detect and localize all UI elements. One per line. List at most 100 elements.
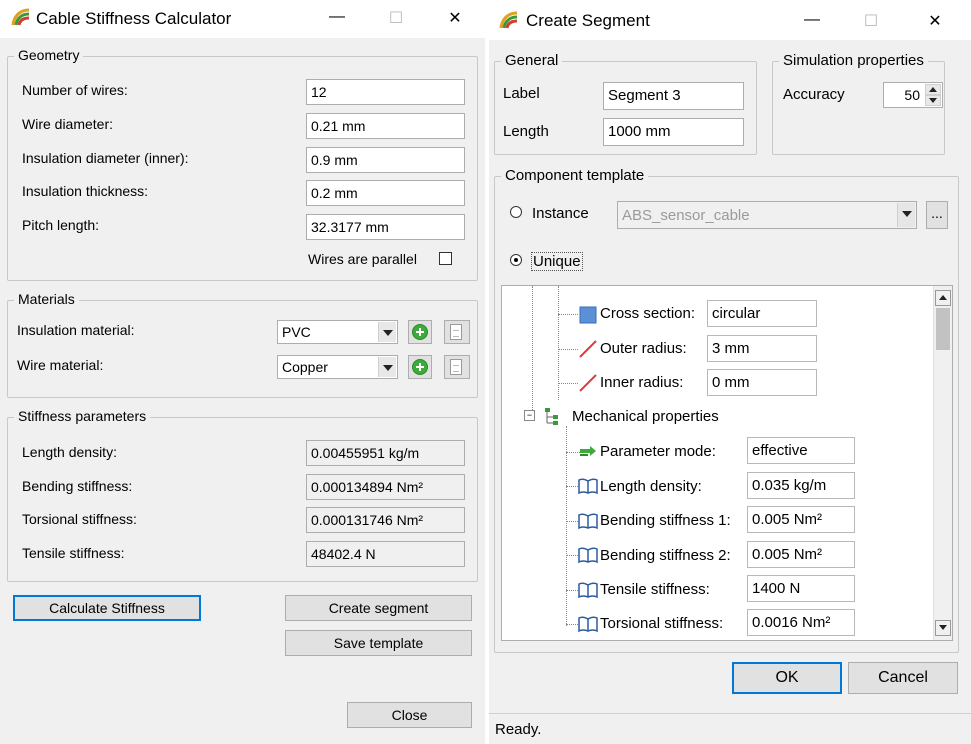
component-template-legend: Component template	[501, 167, 649, 184]
cross-section-field[interactable]: circular	[707, 300, 817, 327]
tree-scrollbar[interactable]	[933, 286, 952, 640]
spin-down-icon[interactable]	[925, 95, 941, 106]
browse-template-button[interactable]: ...	[926, 201, 948, 229]
cancel-button[interactable]: Cancel	[848, 662, 958, 694]
spin-up-icon[interactable]	[925, 84, 941, 95]
radius-line-icon	[578, 339, 598, 359]
inner-radius-field[interactable]: 0 mm	[707, 369, 817, 396]
segment-label-field[interactable]: Segment 3	[603, 82, 744, 110]
calculate-stiffness-button[interactable]: Calculate Stiffness	[13, 595, 201, 621]
tensile-stiffness-tree-label: Tensile stiffness:	[600, 581, 710, 598]
instance-label[interactable]: Instance	[532, 205, 589, 222]
insulation-diameter-field[interactable]: 0.9 mm	[306, 147, 465, 173]
torsional-stiffness-tree-field[interactable]: 0.0016 Nm²	[747, 609, 855, 636]
bending-stiffness-field: 0.000134894 Nm²	[306, 474, 465, 500]
bending-stiffness-1-field[interactable]: 0.005 Nm²	[747, 506, 855, 533]
insulation-material-document-button[interactable]	[444, 320, 470, 344]
close-icon[interactable]: ✕	[920, 11, 950, 31]
bending-stiffness-2-field[interactable]: 0.005 Nm²	[747, 541, 855, 568]
length-density-field: 0.00455951 kg/m	[306, 440, 465, 466]
length-density-label: Length density:	[22, 444, 117, 460]
calc-titlebar[interactable]: Cable Stiffness Calculator — ☐ ✕	[0, 0, 486, 38]
tensile-stiffness-tree-field[interactable]: 1400 N	[747, 575, 855, 602]
length-density-tree-label: Length density:	[600, 478, 702, 495]
bending-stiffness-1-label: Bending stiffness 1:	[600, 512, 731, 529]
insulation-thickness-label: Insulation thickness:	[22, 183, 149, 199]
instance-template-select: ABS_sensor_cable	[617, 201, 917, 229]
segment-label-label: Label	[503, 85, 540, 102]
wire-diameter-field[interactable]: 0.21 mm	[306, 113, 465, 139]
num-wires-field[interactable]: 12	[306, 79, 465, 105]
parameter-mode-label: Parameter mode:	[600, 443, 716, 460]
wire-material-document-button[interactable]	[444, 355, 470, 379]
chevron-down-icon[interactable]	[378, 322, 396, 342]
unique-label[interactable]: Unique	[531, 252, 583, 271]
minimize-icon[interactable]: —	[797, 11, 827, 29]
tree-line	[558, 383, 578, 384]
parameter-mode-field[interactable]: effective	[747, 437, 855, 464]
tree-node-icon	[542, 406, 562, 426]
mechanical-properties-label[interactable]: Mechanical properties	[572, 408, 719, 425]
wire-diameter-label: Wire diameter:	[22, 116, 114, 132]
simulation-legend: Simulation properties	[779, 52, 928, 69]
maximize-icon[interactable]: ☐	[381, 8, 411, 28]
book-icon	[578, 511, 598, 531]
wire-material-select[interactable]: Copper	[277, 355, 398, 379]
length-density-tree-field[interactable]: 0.035 kg/m	[747, 472, 855, 499]
add-wire-material-button[interactable]	[408, 355, 432, 379]
insulation-material-label: Insulation material:	[17, 322, 135, 338]
create-segment-button[interactable]: Create segment	[285, 595, 472, 621]
tree-line	[566, 426, 567, 626]
segment-length-field[interactable]: 1000 mm	[603, 118, 744, 146]
tree-line	[558, 314, 578, 315]
add-material-icon	[412, 324, 428, 340]
book-icon	[578, 580, 598, 600]
insulation-material-select[interactable]: PVC	[277, 320, 398, 344]
scroll-thumb[interactable]	[936, 308, 950, 350]
radius-line-icon	[578, 373, 598, 393]
add-material-icon	[412, 359, 428, 375]
torsional-stiffness-label: Torsional stiffness:	[22, 511, 137, 527]
scroll-up-icon[interactable]	[935, 290, 951, 306]
insulation-thickness-field[interactable]: 0.2 mm	[306, 180, 465, 206]
maximize-icon[interactable]: ☐	[856, 11, 886, 31]
mode-arrows-icon	[578, 442, 598, 462]
cross-section-icon	[578, 305, 598, 325]
tensile-stiffness-label: Tensile stiffness:	[22, 545, 125, 561]
chevron-down-icon[interactable]	[378, 357, 396, 377]
document-icon	[450, 359, 462, 375]
document-icon	[450, 324, 462, 340]
instance-radio[interactable]	[510, 206, 522, 218]
outer-radius-label: Outer radius:	[600, 340, 687, 357]
simulation-properties-group: Simulation properties	[772, 52, 945, 155]
calc-window-title: Cable Stiffness Calculator	[36, 9, 232, 28]
add-insulation-material-button[interactable]	[408, 320, 432, 344]
num-wires-label: Number of wires:	[22, 82, 128, 98]
segment-length-label: Length	[503, 123, 549, 140]
segment-titlebar[interactable]: Create Segment — ☐ ✕	[489, 0, 971, 40]
create-segment-window: Create Segment — ☐ ✕ General Label Segme…	[489, 0, 971, 744]
outer-radius-field[interactable]: 3 mm	[707, 335, 817, 362]
materials-group: Materials	[7, 291, 478, 398]
wire-material-value: Copper	[282, 359, 328, 375]
ok-button[interactable]: OK	[732, 662, 842, 694]
save-template-button[interactable]: Save template	[285, 630, 472, 656]
wires-parallel-checkbox[interactable]	[439, 252, 452, 265]
inner-radius-label: Inner radius:	[600, 374, 684, 391]
close-button[interactable]: Close	[347, 702, 472, 728]
pitch-length-field[interactable]: 32.3177 mm	[306, 214, 465, 240]
torsional-stiffness-tree-label: Torsional stiffness:	[600, 615, 724, 632]
collapse-icon[interactable]: −	[524, 410, 535, 421]
status-text: Ready.	[495, 721, 542, 738]
torsional-stiffness-field: 0.000131746 Nm²	[306, 507, 465, 533]
geometry-legend: Geometry	[14, 47, 84, 63]
close-icon[interactable]: ✕	[440, 8, 470, 28]
bending-stiffness-2-label: Bending stiffness 2:	[600, 547, 731, 564]
template-property-tree[interactable]: Cross section: circular Outer radius: 3 …	[501, 285, 953, 641]
wires-parallel-label[interactable]: Wires are parallel	[308, 251, 417, 267]
pitch-length-label: Pitch length:	[22, 217, 100, 233]
scroll-down-icon[interactable]	[935, 620, 951, 636]
accuracy-spinner[interactable]: 50	[883, 82, 943, 108]
minimize-icon[interactable]: —	[322, 8, 352, 26]
unique-radio[interactable]	[510, 254, 522, 266]
